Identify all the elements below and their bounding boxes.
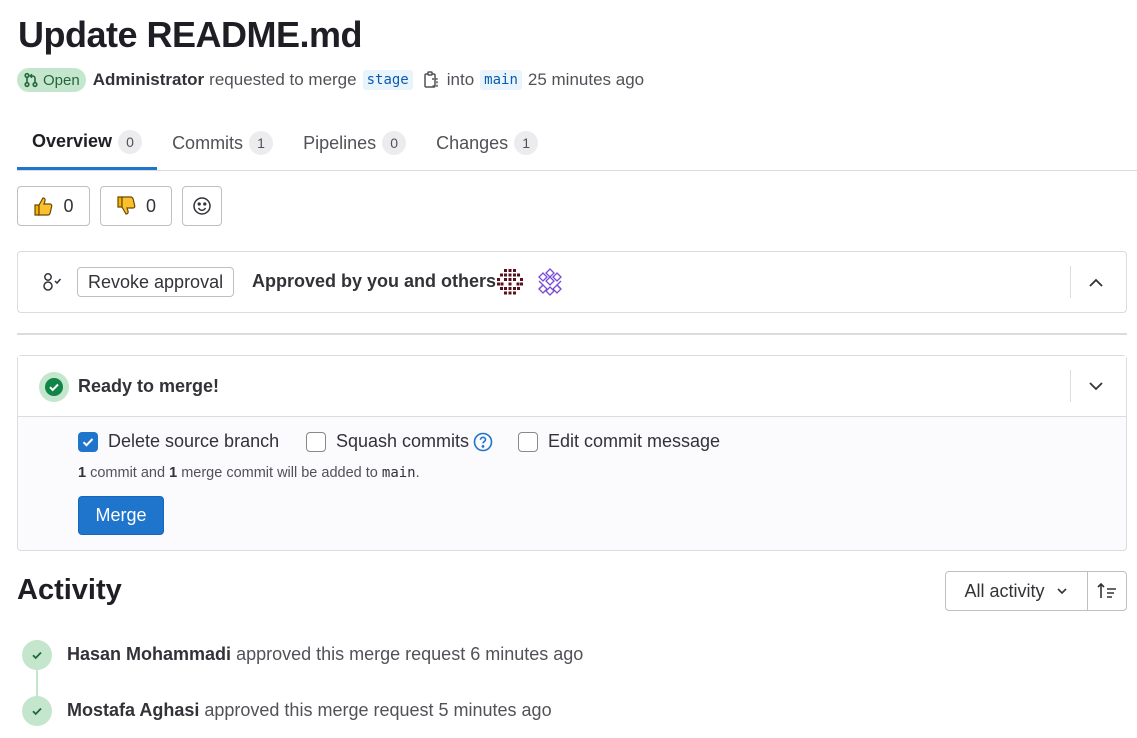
chevron-up-icon <box>1087 274 1105 292</box>
target-branch-code: main <box>381 465 416 481</box>
tab-label: Pipelines <box>303 132 377 153</box>
checkbox-checked[interactable] <box>78 431 98 452</box>
tab-count: 0 <box>382 131 407 155</box>
merge-widget-header: Ready to merge! <box>18 356 1126 417</box>
sort-lowest-icon <box>1096 581 1118 601</box>
activity-heading: Activity <box>17 574 122 606</box>
activity-item: Mostafa Aghasi approved this merge reque… <box>67 700 552 721</box>
activity-user[interactable]: Hasan Mohammadi <box>67 644 231 664</box>
help-icon[interactable] <box>473 432 493 452</box>
checkbox-label: Squash commits <box>336 431 470 451</box>
author-name[interactable]: Administrator <box>93 70 204 90</box>
tab-commits[interactable]: Commits 1 <box>157 120 288 166</box>
tab-overview[interactable]: Overview 0 <box>17 120 158 170</box>
status-badge: Open <box>17 68 86 92</box>
note-text: commit and <box>90 465 166 481</box>
page-title: Update README.md <box>18 14 363 55</box>
thumbs-down-count: 0 <box>145 195 156 216</box>
merge-widget: Ready to merge! Delete source branch Squ… <box>17 355 1127 551</box>
requested-text: requested to merge <box>209 70 357 89</box>
separator <box>1070 266 1071 298</box>
avatar[interactable] <box>495 267 525 297</box>
status-label: Open <box>43 71 80 89</box>
approval-widget: Revoke approval Approved by you and othe… <box>17 251 1127 313</box>
checkbox-unchecked[interactable] <box>306 431 326 452</box>
tab-count: 1 <box>514 131 539 155</box>
merge-status-text: Ready to merge! <box>78 376 220 396</box>
tab-label: Commits <box>172 132 244 153</box>
tab-changes[interactable]: Changes 1 <box>421 120 553 166</box>
mr-meta: Open Administrator requested to merge st… <box>17 67 644 93</box>
thumbs-up-button[interactable]: 0 <box>17 186 90 226</box>
thumbs-up-icon <box>33 195 55 217</box>
tab-pipelines[interactable]: Pipelines 0 <box>288 120 421 166</box>
checkbox-label: Edit commit message <box>548 431 721 451</box>
tab-count: 0 <box>118 129 143 154</box>
activity-item: Hasan Mohammadi approved this merge requ… <box>67 644 583 665</box>
merge-commit-count: 1 <box>169 465 178 481</box>
checkbox-unchecked[interactable] <box>518 431 538 452</box>
edit-commit-message-checkbox[interactable]: Edit commit message <box>518 431 720 452</box>
note-text: merge commit will be added to <box>181 465 378 481</box>
activity-text: approved this merge request 5 minutes ag… <box>204 700 552 720</box>
chevron-down-icon <box>1087 377 1105 395</box>
time-ago: 25 minutes ago <box>527 70 645 89</box>
section-divider <box>17 333 1127 335</box>
approved-check-icon <box>22 640 52 670</box>
activity-filter-label: All activity <box>964 580 1045 601</box>
activity-text: approved this merge request 6 minutes ag… <box>236 644 584 664</box>
merge-button[interactable]: Merge <box>78 496 164 535</box>
avatar[interactable] <box>535 267 565 297</box>
tabs-divider <box>17 170 1137 171</box>
activity-user[interactable]: Mostafa Aghasi <box>67 700 199 720</box>
merge-request-icon <box>23 72 39 88</box>
copy-branch-icon[interactable] <box>423 71 439 89</box>
smiley-icon <box>192 196 212 216</box>
merge-widget-body: Delete source branch Squash commits Edit… <box>18 417 1126 550</box>
thumbs-down-icon <box>116 195 138 217</box>
delete-source-branch-checkbox[interactable]: Delete source branch <box>78 431 279 452</box>
approval-check-icon <box>40 270 64 299</box>
chevron-down-icon <box>1055 584 1069 598</box>
note-end: . <box>415 465 420 481</box>
activity-filter-dropdown[interactable]: All activity <box>945 571 1088 611</box>
merge-commit-note: 1 commit and 1 merge commit will be adde… <box>78 465 420 481</box>
source-branch[interactable]: stage <box>362 70 413 90</box>
separator <box>1070 370 1071 402</box>
thumbs-down-button[interactable]: 0 <box>100 186 172 226</box>
commit-count: 1 <box>78 465 87 481</box>
status-success-icon <box>39 372 69 402</box>
sort-order-button[interactable] <box>1087 571 1127 611</box>
thumbs-up-count: 0 <box>63 195 74 216</box>
into-text: into <box>446 70 475 89</box>
tab-label: Changes <box>436 132 509 153</box>
mr-tabs: Overview 0 Commits 1 Pipelines 0 Changes… <box>17 120 553 170</box>
approved-check-icon <box>22 696 52 726</box>
approved-by-text: Approved by you and others <box>252 271 497 291</box>
tab-count: 1 <box>249 131 274 155</box>
tab-label: Overview <box>32 131 113 151</box>
add-reaction-button[interactable] <box>182 186 222 226</box>
collapse-approvals-button[interactable] <box>1081 268 1111 298</box>
expand-merge-details-button[interactable] <box>1081 371 1111 401</box>
squash-commits-checkbox[interactable]: Squash commits <box>306 431 493 452</box>
checkbox-label: Delete source branch <box>108 431 280 451</box>
target-branch[interactable]: main <box>480 70 522 90</box>
revoke-approval-button[interactable]: Revoke approval <box>77 267 235 297</box>
